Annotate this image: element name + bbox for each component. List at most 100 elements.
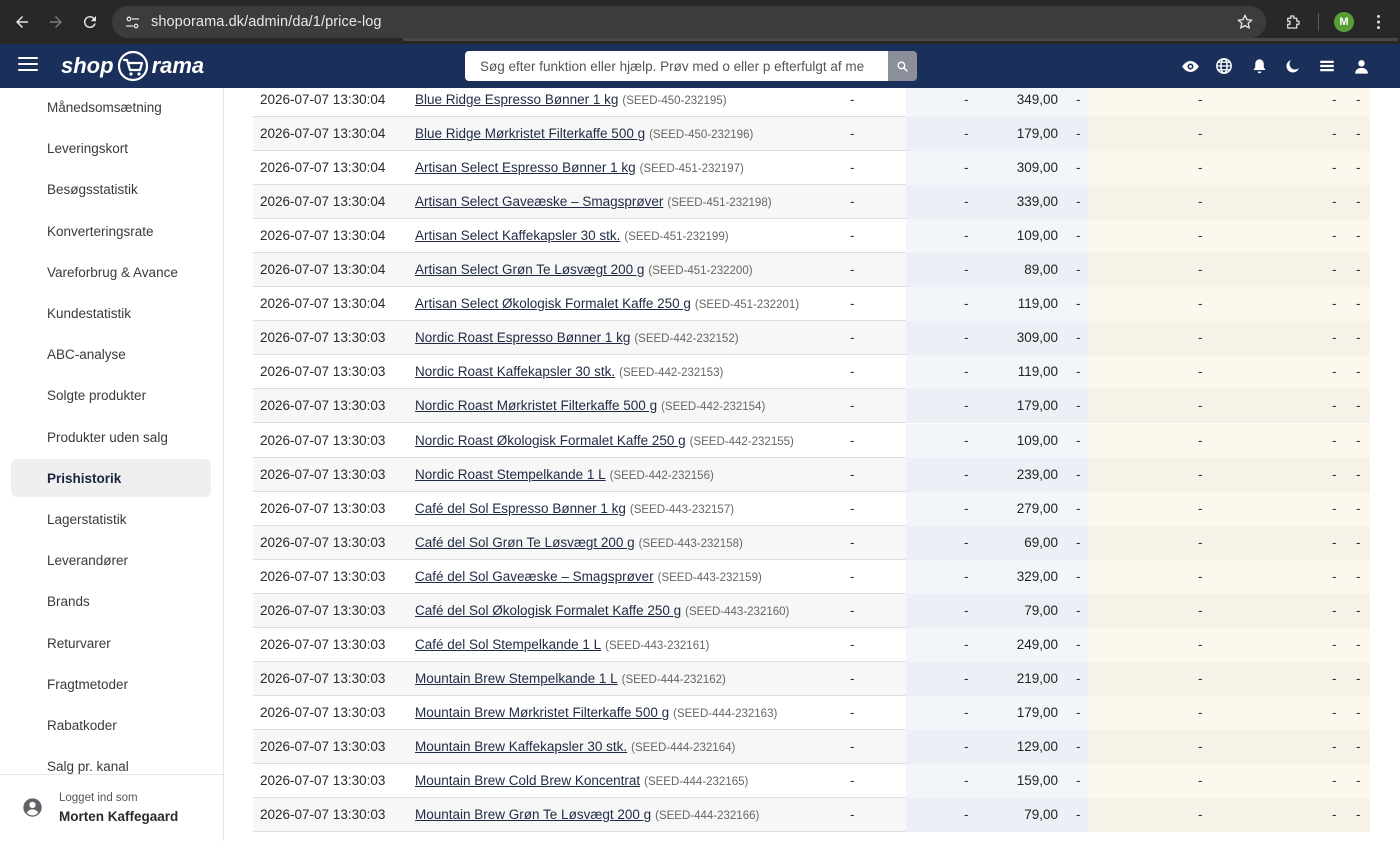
search-input[interactable] <box>465 51 888 81</box>
row-product: Nordic Roast Kaffekapsler 30 stk. (SEED-4… <box>415 364 723 379</box>
sidebar-item[interactable]: Fragtmetoder <box>11 665 211 703</box>
menu-hamburger-icon[interactable] <box>18 57 38 75</box>
product-link[interactable]: Café del Sol Gaveæske – Smagsprøver <box>415 569 654 584</box>
column-band <box>1089 526 1370 560</box>
sidebar-item[interactable]: Solgte produkter <box>11 376 211 414</box>
product-link[interactable]: Mountain Brew Grøn Te Løsvægt 200 g <box>415 807 651 822</box>
empty-cell: - <box>1332 467 1337 482</box>
empty-cell: - <box>1076 398 1081 413</box>
product-link[interactable]: Nordic Roast Økologisk Formalet Kaffe 25… <box>415 433 686 448</box>
empty-cell: - <box>850 603 855 618</box>
row-product: Blue Ridge Mørkristet Filterkaffe 500 g (… <box>415 126 753 141</box>
empty-cell: - <box>1356 194 1361 209</box>
search-button[interactable] <box>888 51 917 81</box>
column-band <box>906 287 1089 321</box>
row-product: Mountain Brew Cold Brew Koncentrat (SEED-… <box>415 773 748 788</box>
product-link[interactable]: Café del Sol Økologisk Formalet Kaffe 25… <box>415 603 681 618</box>
row-product: Café del Sol Økologisk Formalet Kaffe 25… <box>415 603 789 618</box>
extensions-icon[interactable] <box>1282 11 1304 33</box>
table-row: 2026-07-07 13:30:03 Mountain Brew Mørkris… <box>253 696 1370 730</box>
url-text[interactable]: shoporama.dk/admin/da/1/price-log <box>151 14 382 30</box>
sidebar-item[interactable]: Vareforbrug & Avance <box>11 253 211 291</box>
sidebar-item[interactable]: Konverteringsrate <box>11 212 211 250</box>
back-icon[interactable] <box>11 11 33 33</box>
empty-cell: - <box>1076 807 1081 822</box>
product-link[interactable]: Blue Ridge Espresso Bønner 1 kg <box>415 92 618 107</box>
product-link[interactable]: Artisan Select Økologisk Formalet Kaffe … <box>415 296 691 311</box>
product-link[interactable]: Artisan Select Espresso Bønner 1 kg <box>415 160 636 175</box>
table-row: 2026-07-07 13:30:03 Mountain Brew Cold Br… <box>253 764 1370 798</box>
product-link[interactable]: Nordic Roast Espresso Bønner 1 kg <box>415 330 630 345</box>
sidebar-item[interactable]: Besøgsstatistik <box>11 170 211 208</box>
product-link[interactable]: Nordic Roast Kaffekapsler 30 stk. <box>415 364 615 379</box>
bell-icon[interactable] <box>1249 56 1269 76</box>
row-price: 309,00 <box>1016 160 1058 175</box>
user-icon[interactable] <box>1351 56 1371 76</box>
product-sku: (SEED-451-232198) <box>667 197 772 209</box>
search-icon <box>897 60 908 72</box>
bookmark-star-icon[interactable] <box>1236 13 1254 36</box>
browser-menu-icon[interactable] <box>1370 12 1386 32</box>
empty-cell: - <box>1198 637 1203 652</box>
column-band <box>906 321 1089 355</box>
product-link[interactable]: Mountain Brew Cold Brew Koncentrat <box>415 773 640 788</box>
product-link[interactable]: Mountain Brew Stempelkande 1 L <box>415 671 618 686</box>
sidebar-item[interactable]: Leveringskort <box>11 129 211 167</box>
sidebar-item[interactable]: Lagerstatistik <box>11 500 211 538</box>
sidebar-item[interactable]: Rabatkoder <box>11 706 211 744</box>
address-bar[interactable]: shoporama.dk/admin/da/1/price-log <box>112 6 1266 38</box>
sidebar-item[interactable]: Brands <box>11 582 211 620</box>
product-link[interactable]: Nordic Roast Stempelkande 1 L <box>415 467 606 482</box>
product-link[interactable]: Mountain Brew Kaffekapsler 30 stk. <box>415 739 627 754</box>
product-link[interactable]: Nordic Roast Mørkristet Filterkaffe 500 … <box>415 398 657 413</box>
row-product: Mountain Brew Kaffekapsler 30 stk. (SEED-… <box>415 739 735 754</box>
row-product: Café del Sol Stempelkande 1 L (SEED-443-2… <box>415 637 709 652</box>
product-sku: (SEED-450-232195) <box>622 95 727 107</box>
sidebar-item[interactable]: Produkter uden salg <box>11 418 211 456</box>
sidebar-item[interactable]: ABC-analyse <box>11 335 211 373</box>
product-link[interactable]: Artisan Select Kaffekapsler 30 stk. <box>415 228 620 243</box>
row-product: Café del Sol Grøn Te Løsvægt 200 g (SEED-… <box>415 535 743 550</box>
sidebar-item[interactable]: Leverandører <box>11 541 211 579</box>
column-band <box>1089 219 1370 253</box>
sidebar-item[interactable]: Prishistorik <box>11 459 211 497</box>
profile-avatar[interactable]: M <box>1334 12 1354 32</box>
forward-icon[interactable] <box>45 11 67 33</box>
eye-icon[interactable] <box>1180 56 1200 76</box>
table-row: 2026-07-07 13:30:04 Artisan Select Gaveæs… <box>253 185 1370 219</box>
product-link[interactable]: Café del Sol Espresso Bønner 1 kg <box>415 501 626 516</box>
globe-icon[interactable] <box>1214 56 1234 76</box>
moon-icon[interactable] <box>1283 56 1303 76</box>
empty-cell: - <box>1356 603 1361 618</box>
product-link[interactable]: Café del Sol Stempelkande 1 L <box>415 637 601 652</box>
empty-cell: - <box>850 535 855 550</box>
sidebar-item[interactable]: Kundestatistik <box>11 294 211 332</box>
product-link[interactable]: Café del Sol Grøn Te Løsvægt 200 g <box>415 535 635 550</box>
sidebar-item[interactable]: Returvarer <box>11 624 211 662</box>
layers-icon[interactable] <box>1317 56 1337 76</box>
empty-cell: - <box>850 773 855 788</box>
empty-cell: - <box>1076 739 1081 754</box>
product-link[interactable]: Artisan Select Gaveæske – Smagsprøver <box>415 194 663 209</box>
column-band <box>1089 458 1370 492</box>
product-sku: (SEED-451-232199) <box>624 231 729 243</box>
row-price: 219,00 <box>1016 671 1058 686</box>
shoporama-logo[interactable]: shop rama <box>61 50 204 82</box>
product-link[interactable]: Blue Ridge Mørkristet Filterkaffe 500 g <box>415 126 645 141</box>
sidebar-item[interactable]: Månedsomsætning <box>11 88 211 126</box>
product-link[interactable]: Artisan Select Grøn Te Løsvægt 200 g <box>415 262 644 277</box>
product-sku: (SEED-443-232159) <box>657 572 762 584</box>
reload-icon[interactable] <box>79 11 101 33</box>
empty-cell: - <box>1356 92 1361 107</box>
row-price: 109,00 <box>1016 228 1058 243</box>
product-sku: (SEED-443-232158) <box>638 538 743 550</box>
table-row: 2026-07-07 13:30:04 Artisan Select Grøn T… <box>253 253 1370 287</box>
empty-cell: - <box>1076 603 1081 618</box>
product-link[interactable]: Mountain Brew Mørkristet Filterkaffe 500… <box>415 705 669 720</box>
row-product: Nordic Roast Økologisk Formalet Kaffe 25… <box>415 433 794 448</box>
site-info-icon[interactable] <box>120 10 144 34</box>
empty-cell: - <box>1332 637 1337 652</box>
product-sku: (SEED-444-232164) <box>631 742 736 754</box>
empty-cell: - <box>1332 194 1337 209</box>
column-band <box>906 355 1089 389</box>
